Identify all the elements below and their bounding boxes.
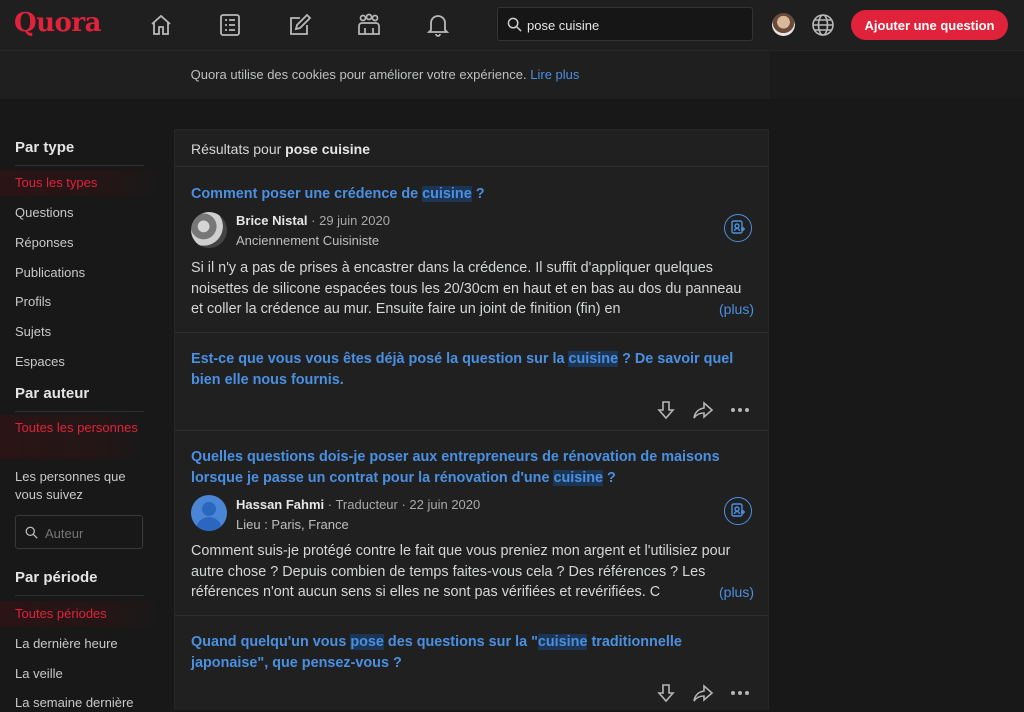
result-item: Quand quelqu'un vous pose des questions … <box>175 616 769 711</box>
read-more-link[interactable]: (plus) <box>715 301 755 317</box>
answer-snippet: Comment suis-je protégé contre le fait q… <box>191 543 731 600</box>
write-icon[interactable] <box>285 10 315 40</box>
add-question-button[interactable]: Ajouter une question <box>851 10 1008 40</box>
author-filter-input[interactable] <box>43 516 143 550</box>
filter-heading-author: Par auteur <box>15 385 90 402</box>
follow-question-icon <box>731 503 745 517</box>
title-text: Est-ce que vous vous êtes déjà posé la q… <box>191 351 569 367</box>
share-icon <box>693 684 714 702</box>
follow-question-button[interactable] <box>724 214 752 242</box>
filter-type-profiles[interactable]: Profils <box>15 293 155 311</box>
title-text: Quelles questions dois-je poser aux entr… <box>191 449 720 486</box>
filter-heading-period: Par période <box>15 569 98 586</box>
following-icon[interactable] <box>215 10 245 40</box>
title-text: des questions sur la " <box>383 634 538 650</box>
divider <box>15 595 144 596</box>
author-credential: Anciennement Cuisiniste <box>236 233 380 248</box>
cookie-banner: Quora utilise des cookies pour améliorer… <box>0 51 770 99</box>
filter-type-all[interactable]: Tous les types <box>0 170 160 196</box>
share-button[interactable] <box>692 682 716 706</box>
share-button[interactable] <box>692 399 716 423</box>
downvote-icon <box>657 401 675 420</box>
share-icon <box>693 401 714 419</box>
filter-author-following[interactable]: Les personnes que vous suivez <box>15 468 135 504</box>
filter-period-last-hour[interactable]: La dernière heure <box>15 635 155 653</box>
title-highlight: cuisine <box>568 351 619 367</box>
notifications-icon[interactable] <box>423 10 453 40</box>
answer-meta: · 29 juin 2020 <box>307 213 390 228</box>
search-input[interactable] <box>525 8 749 42</box>
title-highlight: cuisine <box>537 634 588 650</box>
follow-question-icon <box>731 220 745 234</box>
search-bar[interactable] <box>497 7 753 42</box>
divider <box>15 165 144 166</box>
user-avatar[interactable] <box>772 13 795 36</box>
filter-sidebar: Par type Tous les types Questions Répons… <box>0 99 160 710</box>
more-options-button[interactable] <box>729 682 753 706</box>
author-name[interactable]: Brice Nistal <box>236 213 308 228</box>
result-item: Quelles questions dois-je poser aux entr… <box>175 431 769 616</box>
filter-period-last-week[interactable]: La semaine dernière <box>15 694 155 712</box>
question-title-link[interactable]: Quelles questions dois-je poser aux entr… <box>191 447 753 489</box>
read-more-link[interactable]: (plus) <box>715 584 755 600</box>
title-text: Quand quelqu'un vous <box>191 634 351 650</box>
downvote-icon <box>657 684 675 703</box>
results-panel: Résultats pour pose cuisine Comment pose… <box>174 129 769 710</box>
filter-type-questions[interactable]: Questions <box>15 204 155 222</box>
quora-logo[interactable]: Quora <box>14 8 101 38</box>
answer-snippet: Si il n'y a pas de prises à encastrer da… <box>191 260 742 317</box>
results-header: Résultats pour pose cuisine <box>175 130 769 167</box>
title-text: ? <box>603 470 616 486</box>
title-highlight: pose <box>350 634 384 650</box>
search-icon <box>25 526 38 539</box>
follow-question-button[interactable] <box>724 497 752 525</box>
more-options-button[interactable] <box>729 399 753 423</box>
filter-type-posts[interactable]: Publications <box>15 264 155 282</box>
filter-period-yesterday[interactable]: La veille <box>15 665 155 683</box>
downvote-button[interactable] <box>655 682 679 706</box>
question-title-link[interactable]: Est-ce que vous vous êtes déjà posé la q… <box>191 349 753 391</box>
divider <box>15 411 144 412</box>
cookie-text: Quora utilise des cookies pour améliorer… <box>190 67 527 82</box>
result-item: Est-ce que vous vous êtes déjà posé la q… <box>175 333 769 431</box>
author-avatar[interactable] <box>191 495 227 531</box>
downvote-button[interactable] <box>655 399 679 423</box>
author-line: Brice Nistal · 29 juin 2020 <box>236 213 390 228</box>
search-icon <box>507 17 522 32</box>
more-options-icon <box>731 691 749 695</box>
title-highlight: cuisine <box>553 470 604 486</box>
author-credential: Lieu : Paris, France <box>236 517 349 532</box>
results-query: pose cuisine <box>285 141 370 157</box>
spaces-icon[interactable] <box>354 10 384 40</box>
home-icon[interactable] <box>146 10 176 40</box>
globe-icon[interactable] <box>810 12 836 38</box>
author-name[interactable]: Hassan Fahmi <box>236 497 324 512</box>
title-text: Comment poser une crédence de <box>191 186 423 202</box>
title-text: ? <box>471 186 485 202</box>
cookie-read-more-link[interactable]: Lire plus <box>530 67 579 82</box>
banner-right-filler <box>770 51 1024 99</box>
author-avatar[interactable] <box>191 212 227 248</box>
filter-author-all[interactable]: Toutes les personnes <box>0 415 145 459</box>
more-options-icon <box>731 408 749 412</box>
filter-type-spaces[interactable]: Espaces <box>15 353 155 371</box>
question-title-link[interactable]: Quand quelqu'un vous pose des questions … <box>191 632 753 674</box>
author-line: Hassan Fahmi · Traducteur · 22 juin 2020 <box>236 497 480 512</box>
right-column <box>770 99 1024 710</box>
filter-heading-type: Par type <box>15 139 75 156</box>
filter-period-all[interactable]: Toutes périodes <box>0 601 160 627</box>
author-filter-box[interactable] <box>15 515 143 550</box>
top-navigation-bar: Quora Ajouter une question <box>0 0 1024 51</box>
filter-type-topics[interactable]: Sujets <box>15 323 155 341</box>
result-item: Comment poser une crédence de cuisine ? … <box>175 167 769 333</box>
filter-type-answers[interactable]: Réponses <box>15 234 155 252</box>
title-highlight: cuisine <box>422 186 472 202</box>
question-title-link[interactable]: Comment poser une crédence de cuisine ? <box>191 184 753 205</box>
results-prefix: Résultats pour <box>191 141 282 157</box>
answer-meta: · Traducteur · 22 juin 2020 <box>324 497 481 512</box>
